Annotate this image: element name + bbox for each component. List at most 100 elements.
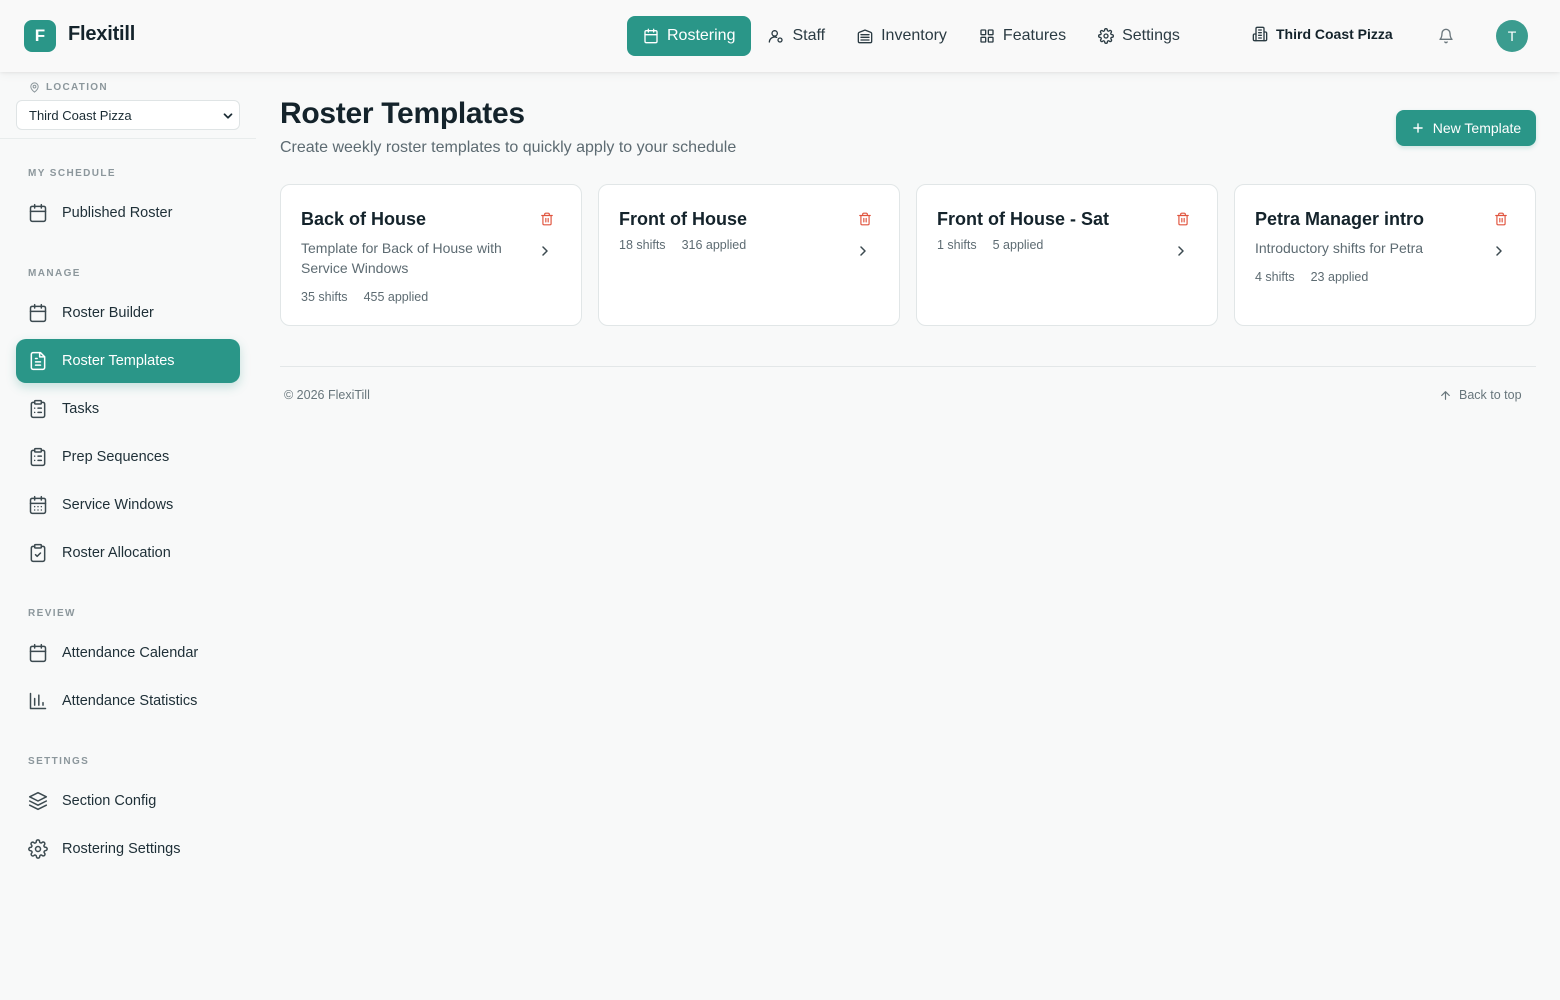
sidebar-item-rostering-settings[interactable]: Rostering Settings <box>16 827 240 871</box>
trash-icon <box>1494 211 1508 227</box>
template-name: Front of House - Sat <box>937 209 1109 229</box>
sidebar-item-tasks[interactable]: Tasks <box>16 387 240 431</box>
template-shift-count: 35 shifts <box>301 290 348 304</box>
sidebar-item-section-config[interactable]: Section Config <box>16 779 240 823</box>
template-applied-count: 5 applied <box>992 238 1044 252</box>
app-title[interactable]: Flexitill <box>68 23 135 46</box>
sidebar-item-label: Roster Builder <box>62 305 154 321</box>
sidebar-item-roster-allocation[interactable]: Roster Allocation <box>16 531 240 575</box>
nav-staff[interactable]: Staff <box>755 16 838 56</box>
user-avatar[interactable]: T <box>1496 20 1528 52</box>
template-name: Back of House <box>301 209 427 229</box>
sidebar-divider <box>0 138 256 139</box>
open-template-button[interactable] <box>1491 243 1507 259</box>
nav-rostering[interactable]: Rostering <box>627 16 752 56</box>
sidebar-item-label: Published Roster <box>62 205 173 221</box>
template-meta: 4 shifts 23 applied <box>1255 270 1368 284</box>
top-bar: F Flexitill Rostering Staff Inventory Fe… <box>0 0 1560 72</box>
open-template-button[interactable] <box>537 243 553 259</box>
template-description: Template for Back of House with Service … <box>301 240 502 276</box>
nav-label: Inventory <box>881 27 947 44</box>
page-title: Roster Templates <box>280 97 525 130</box>
back-to-top-link[interactable]: Back to top <box>1439 388 1522 402</box>
sidebar-item-attendance-calendar[interactable]: Attendance Calendar <box>16 631 240 675</box>
gear-icon <box>1098 28 1122 44</box>
sidebar-item-roster-builder[interactable]: Roster Builder <box>16 291 240 335</box>
app-logo[interactable]: F <box>24 20 56 52</box>
sidebar-item-published-roster[interactable]: Published Roster <box>16 191 240 235</box>
location-label-text: LOCATION <box>46 82 108 93</box>
sidebar-item-label: Roster Templates <box>62 353 175 369</box>
open-template-button[interactable] <box>855 243 871 259</box>
template-description: Introductory shifts for Petra <box>1255 240 1424 256</box>
template-shift-count: 1 shifts <box>937 238 977 252</box>
trash-icon <box>540 211 554 227</box>
chevron-down-icon <box>221 109 235 123</box>
location-select-value: Third Coast Pizza <box>29 107 132 123</box>
calendar-icon <box>28 643 62 663</box>
template-meta: 1 shifts 5 applied <box>937 238 1043 252</box>
plus-icon <box>1411 121 1433 135</box>
template-shift-count: 4 shifts <box>1255 270 1295 284</box>
clipboard-check-icon <box>28 543 62 563</box>
organization-switcher[interactable]: Third Coast Pizza <box>1252 26 1393 42</box>
sidebar-item-service-windows[interactable]: Service Windows <box>16 483 240 527</box>
sidebar: LOCATION Third Coast Pizza MY SCHEDULE P… <box>0 72 256 1000</box>
calendar-icon <box>28 203 62 223</box>
location-select[interactable]: Third Coast Pizza <box>16 100 240 130</box>
organization-name: Third Coast Pizza <box>1276 26 1393 42</box>
chevron-right-icon <box>1491 243 1507 259</box>
nav-inventory[interactable]: Inventory <box>844 16 960 56</box>
arrow-up-icon <box>1439 389 1459 402</box>
section-label-settings: SETTINGS <box>28 756 90 767</box>
sidebar-item-roster-templates[interactable]: Roster Templates <box>16 339 240 383</box>
template-name: Front of House <box>619 209 747 229</box>
template-card[interactable]: Petra Manager intro Introductory shifts … <box>1234 184 1536 326</box>
sidebar-item-label: Tasks <box>62 401 100 417</box>
template-card[interactable]: Front of House - Sat 1 shifts 5 applied <box>916 184 1218 326</box>
chevron-right-icon <box>537 243 553 259</box>
user-icon <box>768 28 792 44</box>
section-label-manage: MANAGE <box>28 268 81 279</box>
chevron-right-icon <box>1173 243 1189 259</box>
template-card[interactable]: Front of House 18 shifts 316 applied <box>598 184 900 326</box>
footer-divider <box>280 366 1536 367</box>
clipboard-list-icon <box>28 447 62 467</box>
back-to-top-label: Back to top <box>1459 388 1522 402</box>
delete-template-button[interactable] <box>540 211 554 227</box>
open-template-button[interactable] <box>1173 243 1189 259</box>
warehouse-icon <box>857 28 881 44</box>
page-subtitle: Create weekly roster templates to quickl… <box>280 139 737 156</box>
sidebar-item-label: Prep Sequences <box>62 449 170 465</box>
nav-features[interactable]: Features <box>966 16 1079 56</box>
clipboard-list-icon <box>28 399 62 419</box>
sidebar-item-label: Attendance Calendar <box>62 645 199 661</box>
section-label-my-schedule: MY SCHEDULE <box>28 168 117 179</box>
nav-label: Staff <box>792 27 826 44</box>
delete-template-button[interactable] <box>1494 211 1508 227</box>
template-meta: 18 shifts 316 applied <box>619 238 746 252</box>
nav-settings[interactable]: Settings <box>1085 16 1193 56</box>
delete-template-button[interactable] <box>1176 211 1190 227</box>
chevron-right-icon <box>855 243 871 259</box>
top-nav: Rostering Staff Inventory Features Setti… <box>627 16 1199 56</box>
nav-label: Features <box>1002 27 1067 44</box>
new-template-label: New Template <box>1432 120 1522 136</box>
map-pin-icon <box>29 82 46 93</box>
template-applied-count: 316 applied <box>681 238 747 252</box>
footer-copyright: © 2026 FlexiTill <box>284 388 370 402</box>
calendar-days-icon <box>28 495 62 515</box>
template-applied-count: 23 applied <box>1310 270 1369 284</box>
location-label: LOCATION <box>29 82 108 93</box>
sidebar-item-attendance-statistics[interactable]: Attendance Statistics <box>16 679 240 723</box>
new-template-button[interactable]: New Template <box>1396 110 1536 146</box>
notifications-button[interactable] <box>1438 28 1454 44</box>
bar-chart-icon <box>28 691 62 711</box>
template-applied-count: 455 applied <box>363 290 429 304</box>
sidebar-item-label: Service Windows <box>62 497 174 513</box>
sidebar-item-prep-sequences[interactable]: Prep Sequences <box>16 435 240 479</box>
sidebar-item-label: Attendance Statistics <box>62 693 198 709</box>
delete-template-button[interactable] <box>858 211 872 227</box>
template-card[interactable]: Back of House Template for Back of House… <box>280 184 582 326</box>
file-text-icon <box>28 351 62 371</box>
